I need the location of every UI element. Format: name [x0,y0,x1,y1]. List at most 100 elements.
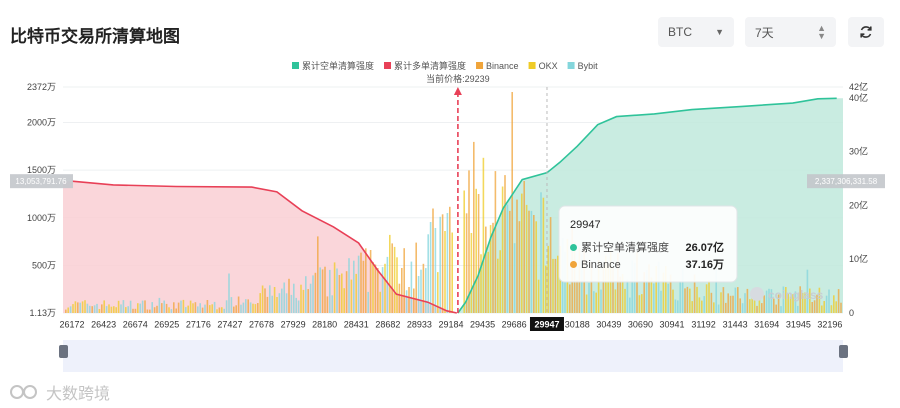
tooltip-marker [570,261,577,268]
exchange-bar [69,306,72,313]
legend-swatch [567,62,575,69]
exchange-bar [585,294,588,313]
y-right-tick-label: 0 [849,308,854,318]
tooltip-row-value: 37.16万 [685,258,724,271]
exchange-bar [180,300,182,313]
exchange-bar [429,222,432,313]
x-tick-label: 29686 [502,320,527,330]
exchange-bar [269,285,271,313]
exchange-bar [717,304,720,313]
exchange-bar [240,304,242,313]
exchange-bar [509,210,511,313]
exchange-bar [691,301,693,313]
exchange-bar [552,258,554,313]
exchange-bar [285,293,288,313]
exchange-bar [439,216,441,313]
exchange-bar [468,170,470,313]
y-left-tick-label: 1000万 [27,213,56,223]
exchange-bar [300,284,302,313]
exchange-bar [353,260,355,313]
exchange-bar [223,308,225,313]
exchange-bar [725,302,727,313]
exchange-bar [189,300,192,313]
exchange-bar [295,297,297,313]
exchange-bar [348,258,350,313]
exchange-bar [722,287,725,313]
exchange-bar [595,292,597,313]
exchange-bar [149,309,151,313]
legend-label[interactable]: Bybit [578,61,599,71]
exchange-bar [211,304,213,313]
scroller-handle-right[interactable] [839,345,848,358]
exchange-bar [173,302,175,313]
exchange-bar [271,295,273,313]
x-tick-label: 31443 [723,320,748,330]
exchange-bar [108,304,110,313]
exchange-bar [278,293,281,313]
exchange-bar [449,206,451,313]
exchange-bar [713,302,715,313]
exchange-bar [77,302,79,313]
y-right-tick-label: 40亿 [849,92,868,103]
legend-label[interactable]: 累计多单清算强度 [394,60,466,71]
exchange-bar [168,307,170,313]
x-tick-label: 31192 [691,320,715,330]
exchange-bar [516,199,518,313]
exchange-bar [72,304,74,313]
exchange-bar [324,266,326,313]
exchange-bar [677,300,679,313]
coinglass-logo-icon [750,287,764,301]
exchange-bar [305,276,307,313]
exchange-bar [542,197,545,313]
legend-label[interactable]: OKX [539,61,558,71]
legend-label[interactable]: 累计空单清算强度 [302,60,374,71]
exchange-bar [667,283,669,313]
exchange-bar [525,204,528,313]
exchange-bar [261,285,264,313]
exchange-bar [521,193,523,313]
exchange-bar [314,272,317,313]
exchange-bar [420,269,422,313]
left-edge-label: 13,053,791.76 [15,177,67,186]
exchange-bar [710,292,713,313]
exchange-bar [729,295,732,313]
exchange-bar [93,305,96,313]
exchange-bar [192,303,194,313]
exchange-bar [588,282,590,313]
exchange-bar [417,276,420,313]
exchange-bar [391,243,393,313]
exchange-bar [374,264,377,313]
exchange-bar [485,226,487,313]
exchange-bar [197,306,199,313]
scroller-handle-left[interactable] [59,345,68,358]
exchange-bar [165,303,168,313]
exchange-bar [161,303,163,313]
exchange-bar [672,289,674,313]
exchange-bar [689,288,691,313]
exchange-bar [825,295,828,313]
legend-label[interactable]: Binance [486,61,519,71]
x-tick-label: 31694 [754,320,779,330]
exchange-bar [653,283,655,313]
exchange-bar [746,288,749,313]
exchange-bar [357,255,360,313]
exchange-bar [684,288,686,313]
exchange-bar [120,304,122,313]
x-tick-label: 29435 [470,320,495,330]
exchange-bar [312,275,314,313]
exchange-bar [237,296,240,313]
exchange-bar [79,302,81,313]
x-tick-label: 28180 [312,320,337,330]
exchange-bar [228,273,230,313]
exchange-bar [389,234,391,313]
y-right-tick-label: 42亿 [849,81,868,92]
exchange-bar [393,246,396,313]
y-axis-right: 42亿40亿 30亿 20亿 10亿 0 [849,81,868,318]
exchange-bar [506,204,509,313]
exchange-bar [492,222,494,313]
exchange-bar [264,288,266,313]
exchange-bar [744,293,746,313]
exchange-bar [398,283,401,313]
exchange-bar [74,301,77,313]
scroller-track[interactable] [63,340,843,372]
